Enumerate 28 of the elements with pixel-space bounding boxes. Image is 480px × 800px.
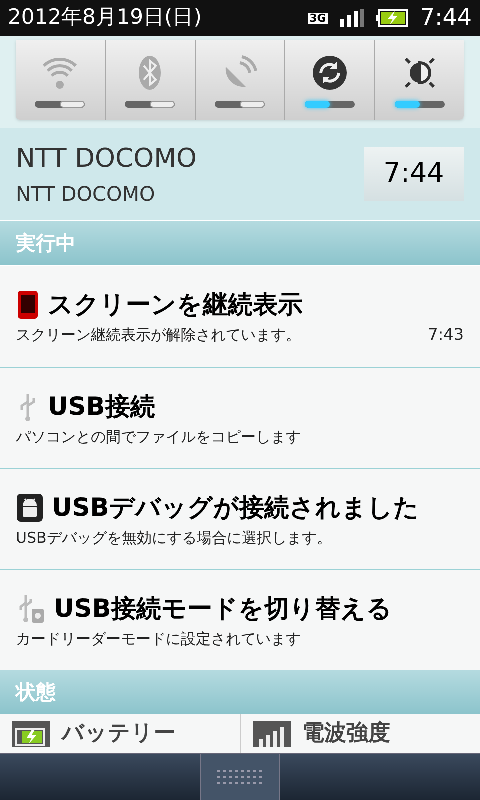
notification-text: スクリーン継続表示が解除されています。 bbox=[16, 325, 301, 346]
status-label: 電波強度 bbox=[302, 720, 390, 748]
notification-text: カードリーダーモードに設定されています bbox=[16, 628, 301, 650]
notification-time: 7:43 bbox=[428, 324, 464, 346]
section-title: 実行中 bbox=[16, 230, 76, 257]
signal-icon bbox=[252, 720, 290, 746]
carrier-name: NTT DOCOMO bbox=[16, 142, 198, 176]
notification-title: USB接続 bbox=[48, 391, 156, 423]
notification-title: スクリーンを継続表示 bbox=[48, 288, 303, 321]
android-icon bbox=[16, 492, 44, 523]
notification-text: USBデバッグを無効にする場合に選択します。 bbox=[16, 528, 332, 548]
status-label: バッテリー bbox=[62, 720, 176, 748]
drag-handle[interactable] bbox=[200, 754, 280, 800]
date-text: 2012年8月19日(日) bbox=[8, 4, 202, 32]
carrier-subname: NTT DOCOMO bbox=[16, 180, 156, 208]
notification-title: USBデバッグが接続されました bbox=[52, 492, 420, 524]
phone-icon bbox=[16, 290, 40, 320]
clock-text: 7:44 bbox=[420, 4, 472, 33]
battery-icon bbox=[12, 720, 50, 746]
grip-icon bbox=[216, 769, 264, 785]
signal-icon bbox=[340, 9, 364, 27]
section-title: 状態 bbox=[16, 679, 56, 706]
clock-widget: 7:44 bbox=[364, 147, 464, 201]
status-tile[interactable]: バッテリー bbox=[0, 714, 240, 753]
network-type-icon: 3G bbox=[308, 12, 328, 24]
notification-text: パソコンとの間でファイルをコピーします bbox=[16, 426, 301, 448]
notification-title: USB接続モードを切り替える bbox=[54, 593, 392, 625]
battery-charging-icon bbox=[376, 9, 408, 27]
